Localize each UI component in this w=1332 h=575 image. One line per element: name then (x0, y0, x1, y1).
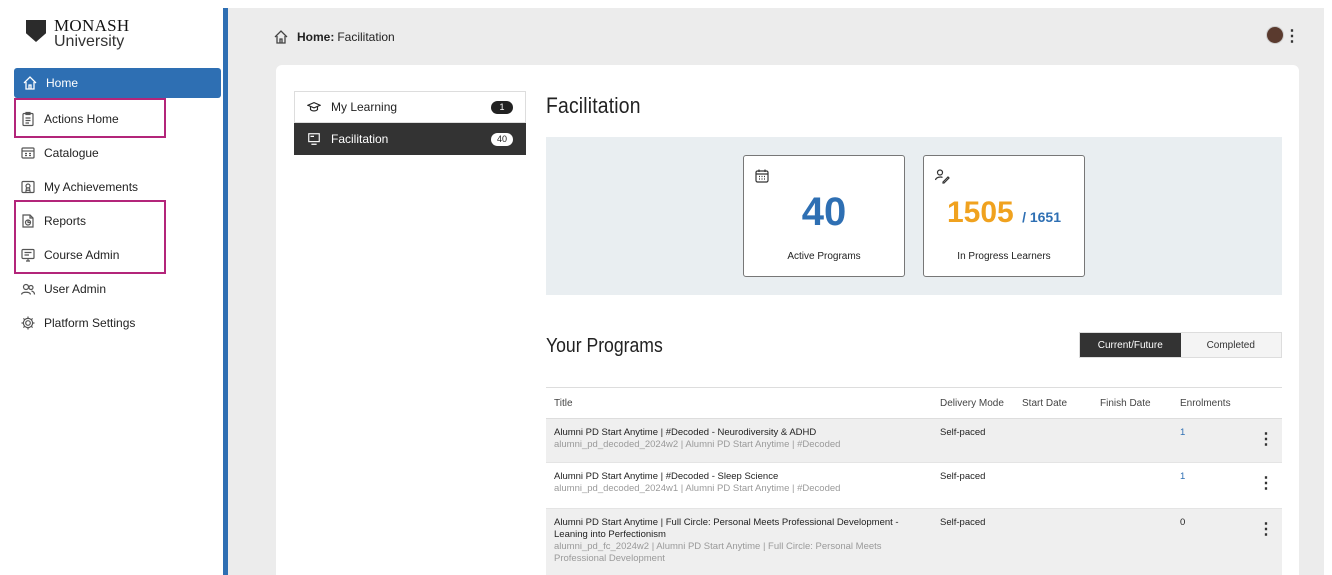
row-menu-icon[interactable]: ⋮ (1250, 509, 1282, 575)
delivery-mode: Self-paced (940, 471, 986, 482)
table-header: Title Delivery Mode Start Date Finish Da… (546, 387, 1282, 419)
program-title[interactable]: Alumni PD Start Anytime | Full Circle: P… (554, 517, 930, 541)
start-date (1022, 419, 1100, 462)
programs-table: Title Delivery Mode Start Date Finish Da… (546, 387, 1282, 575)
enrolments-link[interactable]: 1 (1180, 419, 1250, 462)
start-date (1022, 509, 1100, 575)
sidebar-item-my-achievements[interactable]: My Achievements (8, 170, 223, 204)
highlight-box-reports-course (14, 200, 166, 274)
main-content: My Learning 1 Facilitation 40 Facilitati… (276, 65, 1299, 575)
calendar-icon (754, 168, 770, 184)
start-date (1022, 463, 1100, 508)
stat-card-active-programs[interactable]: 40 Active Programs (743, 155, 905, 277)
sidebar-item-label: User Admin (44, 282, 107, 296)
avatar[interactable] (1266, 26, 1284, 44)
program-code: alumni_pd_decoded_2024w2 | Alumni PD Sta… (554, 439, 841, 450)
section-title-your-programs: Your Programs (546, 335, 663, 357)
delivery-mode: Self-paced (940, 517, 986, 528)
count-badge: 1 (491, 101, 513, 114)
program-status-toggle: Current/Future Completed (1079, 332, 1282, 358)
row-menu-icon[interactable]: ⋮ (1250, 463, 1282, 508)
graduation-cap-icon (307, 100, 321, 114)
program-code: alumni_pd_fc_2024w2 | Alumni PD Start An… (554, 541, 882, 564)
sidebar: MONASH University Home Actions Home Cata… (8, 8, 228, 575)
finish-date (1100, 463, 1180, 508)
enrolments-link[interactable]: 1 (1180, 463, 1250, 508)
stat-card-in-progress-learners[interactable]: 1505 / 1651 In Progress Learners (923, 155, 1085, 277)
finish-date (1100, 509, 1180, 575)
toggle-completed[interactable]: Completed (1180, 333, 1281, 357)
achievement-icon (20, 179, 36, 195)
users-icon (20, 281, 36, 297)
col-finish-date[interactable]: Finish Date (1100, 398, 1180, 409)
gear-icon (20, 315, 36, 331)
tab-label: Facilitation (331, 132, 389, 146)
sidebar-item-label: Home (46, 76, 79, 90)
presentation-icon (307, 132, 321, 146)
row-menu-icon[interactable]: ⋮ (1250, 419, 1282, 462)
sidebar-item-user-admin[interactable]: User Admin (8, 272, 223, 306)
sidebar-item-catalogue[interactable]: Catalogue (8, 136, 223, 170)
stat-label: Active Programs (787, 251, 861, 262)
learner-edit-icon (934, 168, 950, 184)
stat-value: 40 (801, 190, 847, 234)
monash-logo[interactable]: MONASH University (22, 14, 172, 58)
highlight-box-actions (14, 98, 166, 138)
breadcrumb: Home: Facilitation (273, 29, 395, 45)
table-row[interactable]: Alumni PD Start Anytime | #Decoded - Neu… (546, 419, 1282, 463)
page-title: Facilitation (546, 93, 641, 118)
tab-facilitation[interactable]: Facilitation 40 (294, 123, 526, 155)
home-icon[interactable] (273, 29, 289, 45)
sidebar-item-platform-settings[interactable]: Platform Settings (8, 306, 223, 340)
table-row[interactable]: Alumni PD Start Anytime | #Decoded - Sle… (546, 463, 1282, 509)
sidebar-item-label: Catalogue (44, 146, 99, 160)
program-code: alumni_pd_decoded_2024w1 | Alumni PD Sta… (554, 483, 841, 494)
enrolments-count: 0 (1180, 517, 1186, 528)
breadcrumb-root: Home: (297, 30, 335, 44)
breadcrumb-current: Facilitation (337, 30, 395, 44)
toggle-current-future[interactable]: Current/Future (1080, 333, 1181, 357)
sidebar-item-label: Platform Settings (44, 316, 136, 330)
stat-value: 1505 / 1651 (924, 196, 1084, 230)
delivery-mode: Self-paced (940, 427, 986, 438)
top-bar: Home: Facilitation ⋮ (233, 8, 1324, 60)
app-frame: MONASH University Home Actions Home Cata… (8, 8, 1324, 575)
table-row[interactable]: Alumni PD Start Anytime | Full Circle: P… (546, 509, 1282, 575)
stat-label: In Progress Learners (957, 251, 1051, 262)
finish-date (1100, 419, 1180, 462)
col-start-date[interactable]: Start Date (1022, 398, 1100, 409)
section-nav: My Learning 1 Facilitation 40 (294, 91, 526, 155)
more-options-icon[interactable]: ⋮ (1284, 26, 1300, 46)
sidebar-item-home[interactable]: Home (14, 68, 221, 98)
tab-label: My Learning (331, 100, 398, 114)
learners-total: / 1651 (1022, 209, 1062, 225)
count-badge: 40 (491, 133, 513, 146)
sidebar-item-label: My Achievements (44, 180, 139, 194)
shield-icon (26, 20, 46, 42)
learners-count: 1505 (946, 196, 1014, 229)
home-icon (22, 75, 38, 91)
catalogue-icon (20, 145, 36, 161)
stats-panel: 40 Active Programs 1505 / 1651 In Progre… (546, 137, 1282, 295)
col-enrolments[interactable]: Enrolments (1180, 398, 1250, 409)
col-delivery-mode[interactable]: Delivery Mode (936, 398, 1022, 409)
col-title[interactable]: Title (546, 398, 936, 409)
tab-my-learning[interactable]: My Learning 1 (294, 91, 526, 123)
program-title[interactable]: Alumni PD Start Anytime | #Decoded - Sle… (554, 471, 936, 483)
logo-line2: University (54, 33, 125, 50)
program-title[interactable]: Alumni PD Start Anytime | #Decoded - Neu… (554, 427, 936, 439)
